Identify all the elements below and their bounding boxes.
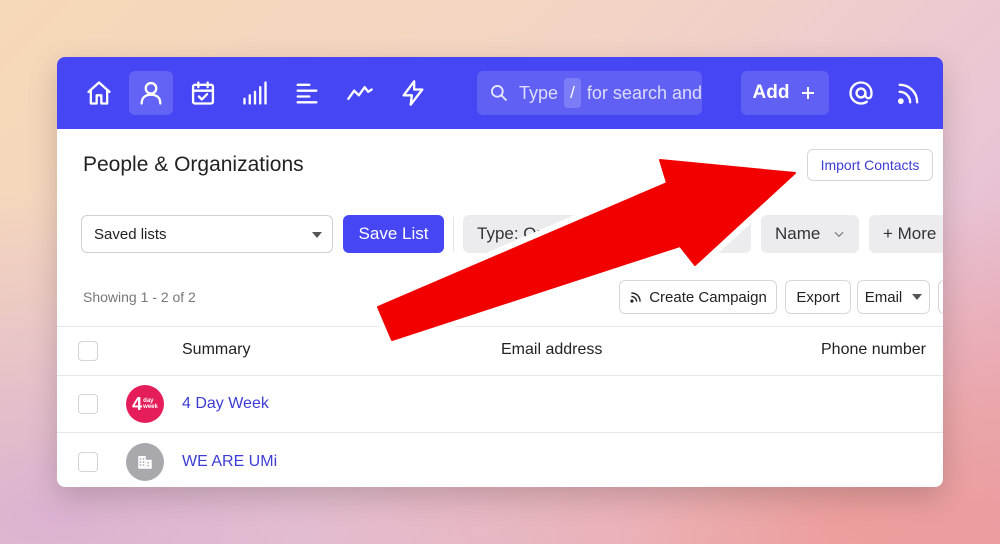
building-icon — [138, 456, 152, 469]
search-shortcut-key: / — [564, 78, 581, 108]
avatar — [126, 443, 164, 481]
add-button-label: Add — [752, 82, 790, 103]
list-icon[interactable] — [285, 71, 329, 115]
add-button[interactable]: Add — [741, 71, 829, 115]
search-placeholder-prefix: Type — [519, 82, 559, 103]
column-header-summary[interactable]: Summary — [182, 341, 250, 359]
name-filter[interactable]: Name — [761, 215, 859, 253]
select-all-checkbox[interactable] — [78, 341, 98, 361]
save-list-button[interactable]: Save List — [343, 215, 444, 253]
create-campaign-label: Create Campaign — [649, 288, 767, 306]
avatar-logo-week: week — [143, 404, 158, 410]
lightning-icon[interactable] — [391, 71, 435, 115]
organization-link[interactable]: WE ARE UMi — [182, 453, 277, 471]
page-title: People & Organizations — [83, 153, 304, 176]
person-icon[interactable] — [129, 71, 173, 115]
divider — [453, 217, 454, 251]
type-filter[interactable]: Type: Or — [463, 215, 751, 253]
more-actions-button[interactable] — [938, 280, 943, 314]
calendar-icon[interactable] — [181, 71, 225, 115]
app-window: Type / for search and Add People & Organ… — [57, 57, 943, 487]
row-checkbox[interactable] — [78, 394, 98, 414]
column-header-phone[interactable]: Phone number — [821, 341, 926, 359]
search-icon — [491, 85, 508, 102]
search-input[interactable]: Type / for search and — [477, 71, 702, 115]
type-filter-label: Type: Or — [477, 224, 543, 243]
rss-icon[interactable] — [887, 71, 931, 115]
activity-icon[interactable] — [338, 71, 382, 115]
import-contacts-button[interactable]: Import Contacts — [807, 149, 933, 181]
email-dropdown-label: Email — [864, 288, 903, 306]
create-campaign-button[interactable]: Create Campaign — [619, 280, 777, 314]
caret-down-icon — [912, 294, 923, 300]
organization-link[interactable]: 4 Day Week — [182, 395, 269, 413]
saved-lists-value: Saved lists — [94, 225, 167, 243]
column-header-email[interactable]: Email address — [501, 341, 602, 359]
caret-down-icon — [312, 232, 322, 238]
avatar: 4 day week — [126, 385, 164, 423]
table-divider — [57, 375, 943, 376]
at-icon[interactable] — [839, 71, 883, 115]
export-button[interactable]: Export — [785, 280, 851, 314]
name-filter-label: Name — [775, 224, 821, 243]
avatar-logo-text: day week — [142, 398, 158, 410]
more-filter[interactable]: + More — [869, 215, 943, 253]
top-navigation-bar: Type / for search and Add — [57, 57, 943, 129]
signal-bars-icon[interactable] — [233, 71, 277, 115]
table-divider — [57, 326, 943, 327]
row-checkbox[interactable] — [78, 452, 98, 472]
chevron-down-icon — [834, 231, 844, 238]
results-count: Showing 1 - 2 of 2 — [83, 289, 196, 305]
email-dropdown-button[interactable]: Email — [857, 280, 930, 314]
table-divider — [57, 432, 943, 433]
rss-icon — [630, 292, 642, 303]
home-icon[interactable] — [77, 71, 121, 115]
plus-icon — [802, 87, 815, 99]
saved-lists-select[interactable]: Saved lists — [81, 215, 333, 253]
avatar-logo-number: 4 — [132, 394, 143, 414]
search-placeholder-suffix: for search and — [586, 82, 702, 103]
more-filter-label: + More — [883, 224, 937, 243]
